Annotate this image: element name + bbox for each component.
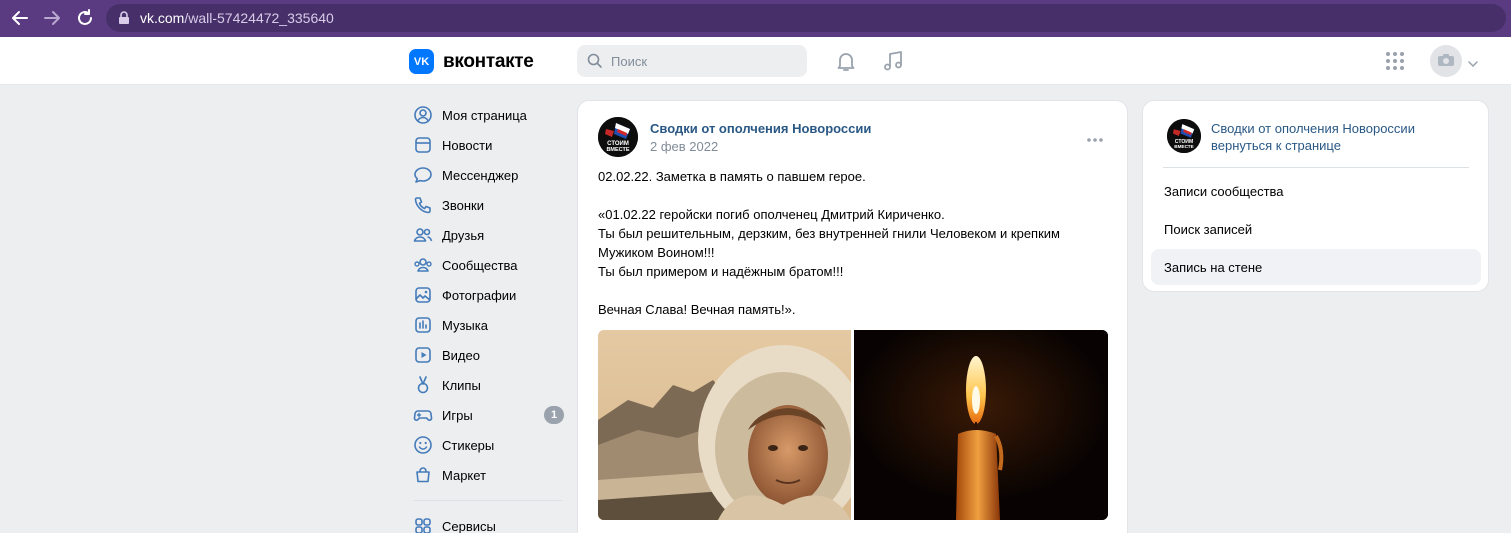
menu-community-posts[interactable]: Записи сообщества [1151, 173, 1481, 209]
forward-icon[interactable] [40, 7, 64, 29]
nav-item-label: Мессенджер [442, 167, 519, 183]
games-icon [413, 405, 433, 425]
post-line: Ты был примером и надёжным братом!!! [598, 264, 844, 279]
community-avatar[interactable]: СТОИМ ВМЕСТЕ [598, 117, 638, 157]
reload-icon[interactable] [73, 7, 97, 29]
lock-icon [118, 11, 130, 28]
post-text: 02.02.22. Заметка в память о павшем геро… [598, 167, 1108, 319]
menu-item-label: Записи сообщества [1164, 184, 1284, 199]
nav-item-label: Стикеры [442, 437, 495, 453]
menu-item-label: Поиск записей [1164, 222, 1253, 237]
nav-item-calls[interactable]: Звонки [408, 190, 568, 220]
camera-icon [1437, 53, 1455, 70]
post-photo-portrait[interactable] [598, 330, 851, 520]
nav-item-label: Видео [442, 347, 480, 363]
post-date[interactable]: 2 фев 2022 [650, 139, 718, 154]
chevron-down-icon[interactable] [1468, 55, 1478, 70]
left-nav-menu: Моя страница Новости Мессенджер Звонки Д… [408, 100, 568, 533]
address-bar[interactable]: vk.com/wall-57424472_335640 [106, 4, 1506, 32]
phone-icon [413, 195, 433, 215]
message-icon [413, 165, 433, 185]
photo-icon [413, 285, 433, 305]
post-author-link[interactable]: Сводки от ополчения Новороссии [650, 121, 871, 136]
market-icon [413, 465, 433, 485]
menu-item-label: Запись на стене [1164, 260, 1263, 275]
user-icon [413, 105, 433, 125]
music-player-icon[interactable] [881, 49, 905, 76]
nav-item-my-page[interactable]: Моя страница [408, 100, 568, 130]
services-icon [413, 516, 433, 533]
video-icon [413, 345, 433, 365]
wall-post: СТОИМ ВМЕСТЕ Сводки от ополчения Новорос… [577, 100, 1128, 533]
nav-item-friends[interactable]: Друзья [408, 220, 568, 250]
nav-item-clips[interactable]: Клипы [408, 370, 568, 400]
community-avatar-small[interactable]: СТОИМ ВМЕСТЕ [1167, 119, 1201, 153]
more-options-icon[interactable] [1086, 131, 1104, 146]
nav-item-games[interactable]: Игры 1 [408, 400, 568, 430]
games-count-badge: 1 [544, 406, 564, 424]
post-line: Вечная Слава! Вечная память!». [598, 302, 796, 317]
nav-item-label: Музыка [442, 317, 488, 333]
vk-logo-text: вконтакте [443, 50, 534, 72]
avatar-text-line-2: ВМЕСТЕ [606, 147, 629, 153]
vk-header: VK вконтакте Поиск [0, 37, 1511, 85]
nav-item-label: Друзья [442, 227, 485, 243]
community-name-link[interactable]: Сводки от ополчения Новороссии [1211, 121, 1415, 136]
news-icon [413, 135, 433, 155]
nav-item-label: Маркет [442, 467, 487, 483]
vk-logo[interactable]: VK вконтакте [409, 49, 534, 74]
groups-icon [413, 255, 433, 275]
friends-icon [413, 225, 433, 245]
panel-divider [1163, 167, 1469, 168]
nav-item-label: Моя страница [442, 107, 527, 123]
vk-logo-badge: VK [409, 49, 434, 74]
nav-item-photos[interactable]: Фотографии [408, 280, 568, 310]
nav-item-label: Сервисы [442, 518, 496, 533]
nav-item-market[interactable]: Маркет [408, 460, 568, 490]
nav-divider [414, 500, 562, 501]
clips-icon [413, 375, 433, 395]
music-icon [413, 315, 433, 335]
nav-item-label: Сообщества [442, 257, 518, 273]
nav-item-music[interactable]: Музыка [408, 310, 568, 340]
apps-grid-icon[interactable] [1385, 51, 1405, 74]
nav-item-services[interactable]: Сервисы [408, 511, 568, 533]
search-icon [587, 53, 603, 72]
community-side-panel: СТОИМ ВМЕСТЕ Сводки от ополчения Новорос… [1142, 100, 1489, 292]
nav-item-label: Звонки [442, 197, 484, 213]
avatar-text-line-2: ВМЕСТЕ [1174, 144, 1194, 149]
nav-item-label: Игры [442, 407, 473, 423]
nav-item-label: Новости [442, 137, 493, 153]
menu-search-posts[interactable]: Поиск записей [1151, 211, 1481, 247]
post-line: «01.02.22 геройски погиб ополченец Дмитр… [598, 207, 945, 222]
nav-item-label: Фотографии [442, 287, 517, 303]
post-photo-candle[interactable] [854, 330, 1108, 520]
nav-item-label: Клипы [442, 377, 481, 393]
back-icon[interactable] [8, 7, 32, 29]
nav-item-news[interactable]: Новости [408, 130, 568, 160]
search-input[interactable]: Поиск [577, 45, 807, 77]
post-line: 02.02.22. Заметка в память о павшем геро… [598, 169, 866, 184]
url-text: vk.com/wall-57424472_335640 [140, 10, 334, 26]
nav-item-communities[interactable]: Сообщества [408, 250, 568, 280]
back-to-page-link[interactable]: вернуться к странице [1211, 138, 1341, 153]
post-line: Ты был решительным, дерзким, без внутрен… [598, 226, 1060, 241]
search-placeholder: Поиск [611, 54, 648, 69]
nav-item-video[interactable]: Видео [408, 340, 568, 370]
notifications-bell-icon[interactable] [834, 49, 858, 76]
nav-item-stickers[interactable]: Стикеры [408, 430, 568, 460]
menu-wall-post[interactable]: Запись на стене [1151, 249, 1481, 285]
profile-avatar[interactable] [1430, 45, 1462, 77]
browser-toolbar: vk.com/wall-57424472_335640 [0, 0, 1511, 37]
post-line: Мужиком Воином!!! [598, 245, 715, 260]
nav-item-messenger[interactable]: Мессенджер [408, 160, 568, 190]
sticker-icon [413, 435, 433, 455]
